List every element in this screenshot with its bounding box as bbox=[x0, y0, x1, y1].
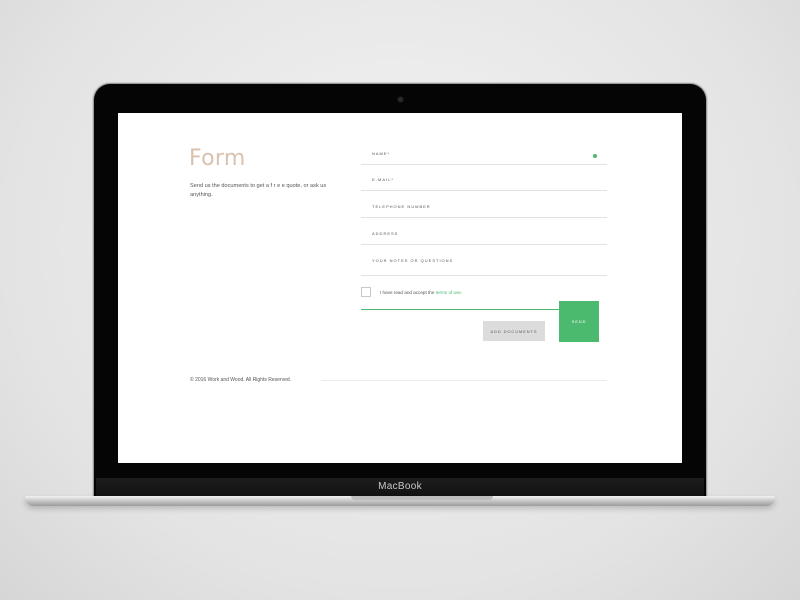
page-title: Form bbox=[189, 146, 246, 171]
email-field[interactable]: E-MAIL* bbox=[361, 172, 607, 191]
send-button[interactable]: SEND bbox=[559, 301, 599, 342]
terms-of-use-link[interactable]: terms of use. bbox=[436, 290, 463, 295]
terms-agreement: I have read and accept the terms of use. bbox=[380, 290, 462, 295]
telephone-field[interactable]: TELEPHONE NUMBER bbox=[361, 199, 607, 218]
address-field-label: ADDRESS bbox=[372, 231, 399, 236]
laptop-notch bbox=[351, 496, 493, 500]
brand-label: MacBook bbox=[378, 481, 422, 492]
telephone-field-label: TELEPHONE NUMBER bbox=[372, 204, 431, 209]
screen: Form Send us the documents to get a f r … bbox=[118, 113, 682, 463]
laptop-chin: MacBook bbox=[96, 478, 704, 498]
email-field-label: E-MAIL* bbox=[372, 177, 394, 182]
name-field[interactable]: NAME* bbox=[361, 146, 607, 165]
notes-field-label: YOUR NOTES OR QUESTIONS bbox=[372, 258, 454, 263]
laptop-lid: Form Send us the documents to get a f r … bbox=[94, 84, 706, 498]
terms-checkbox[interactable] bbox=[361, 287, 371, 297]
footer-copyright: © 2016 Work and Wood. All Rights Reserve… bbox=[190, 377, 292, 383]
add-documents-button[interactable]: ADD DOCUMENTS bbox=[483, 321, 545, 341]
footer-divider bbox=[321, 380, 607, 381]
page-subtitle: Send us the documents to get a f r e e q… bbox=[190, 183, 327, 198]
laptop-base bbox=[25, 496, 775, 506]
address-field[interactable]: ADDRESS bbox=[361, 226, 607, 245]
required-indicator-icon bbox=[593, 154, 597, 158]
contact-form: NAME* E-MAIL* TELEPHONE NUMBER ADDRESS Y… bbox=[361, 113, 607, 373]
name-field-label: NAME* bbox=[372, 151, 391, 156]
notes-field[interactable]: YOUR NOTES OR QUESTIONS bbox=[361, 253, 607, 276]
terms-agreement-text: I have read and accept the bbox=[380, 290, 435, 295]
camera-icon bbox=[398, 97, 403, 102]
